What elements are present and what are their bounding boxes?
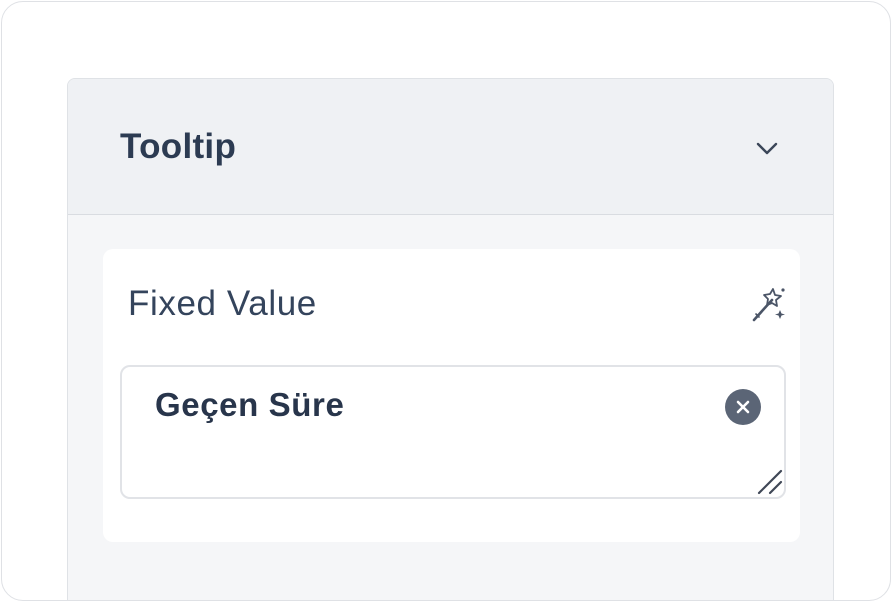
tooltip-panel: Tooltip Fixed Value Geçen Süre	[67, 78, 834, 600]
fixed-value-card: Fixed Value Geçen Süre	[103, 249, 800, 542]
chevron-down-icon[interactable]	[754, 137, 780, 159]
field-label: Fixed Value	[128, 284, 317, 323]
magic-wand-icon[interactable]	[750, 286, 786, 324]
clear-x-glyph	[736, 400, 750, 414]
textarea-value[interactable]: Geçen Süre	[155, 384, 344, 426]
fixed-value-textarea[interactable]: Geçen Süre	[120, 365, 786, 499]
panel-title: Tooltip	[120, 127, 237, 166]
panel-header[interactable]: Tooltip	[68, 79, 833, 215]
close-circle-icon[interactable]	[725, 389, 761, 425]
resize-handle-icon[interactable]	[755, 467, 783, 495]
screenshot-frame: Tooltip Fixed Value Geçen Süre	[1, 1, 891, 601]
